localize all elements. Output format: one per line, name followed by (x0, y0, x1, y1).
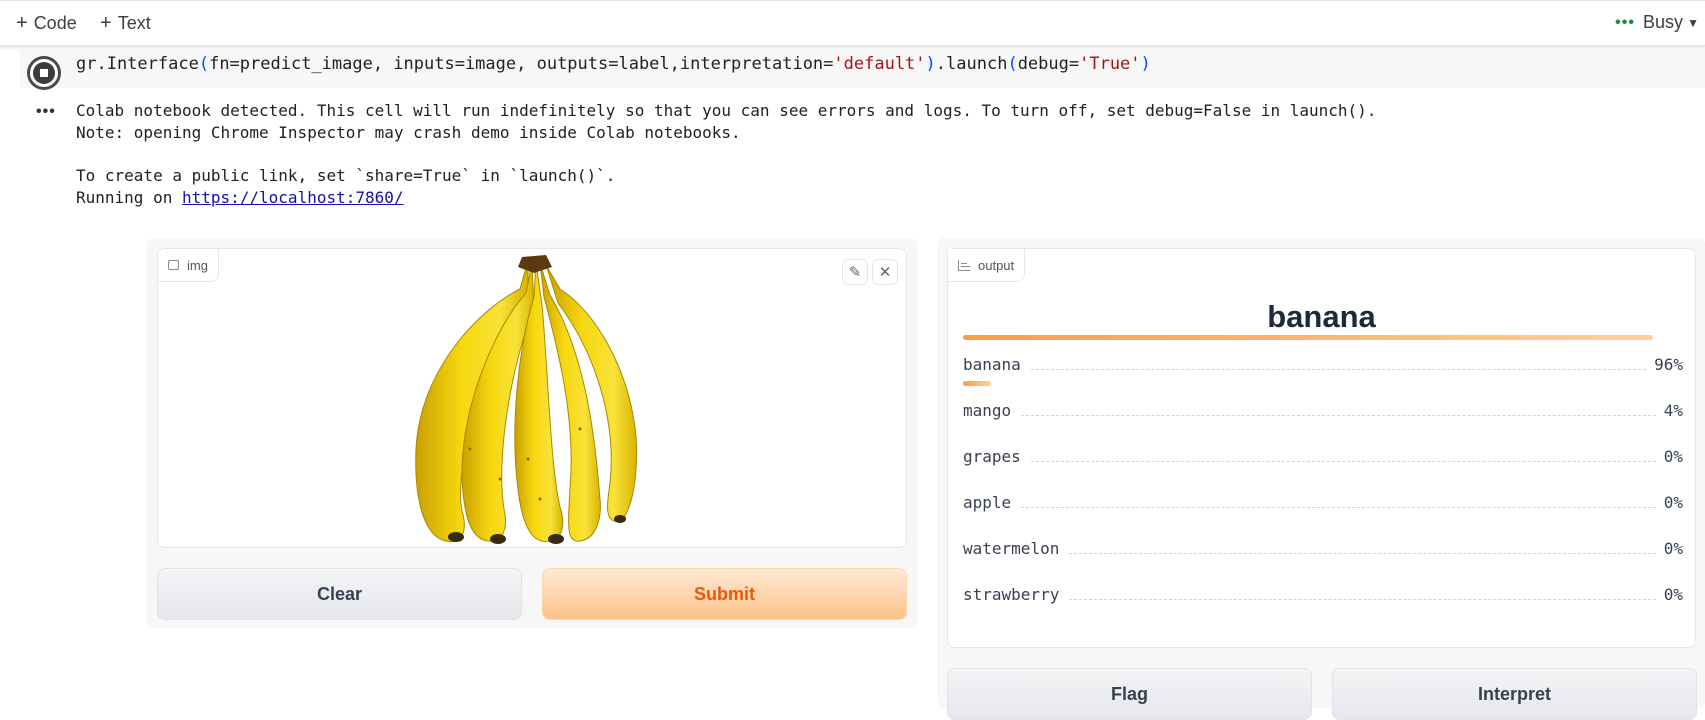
confidence-percent: 96% (1654, 355, 1683, 374)
output-label-tag: output (948, 249, 1026, 282)
pencil-icon: ✎ (848, 264, 862, 281)
add-text-label: Text (117, 13, 151, 33)
dotted-leader (1030, 369, 1647, 370)
localhost-link[interactable]: https://localhost:7860/ (182, 188, 404, 207)
output-line: Note: opening Chrome Inspector may crash… (76, 122, 741, 142)
banana-image (410, 249, 654, 547)
dotted-leader (1030, 461, 1656, 462)
confidence-percent: 0% (1663, 447, 1683, 466)
output-line: Running on (76, 187, 182, 207)
image-input-label-tag: img (158, 249, 219, 282)
dotted-leader (1021, 415, 1656, 416)
confidence-class-name: apple (963, 493, 1012, 512)
notebook-toolbar: + Code + Text ••• Busy ▼ (0, 0, 1705, 46)
output-line: Colab notebook detected. This cell will … (76, 101, 1377, 120)
flag-button[interactable]: Flag (947, 668, 1312, 720)
image-input-label: img (187, 257, 208, 273)
confidence-row[interactable]: strawberry 0% (963, 585, 1683, 604)
cell-output: Colab notebook detected. This cell will … (76, 100, 1376, 209)
add-code-button[interactable]: + Code (16, 12, 77, 35)
code-token: ( (1007, 54, 1018, 74)
chevron-down-icon[interactable]: ▼ (1687, 16, 1699, 30)
runtime-status-label: Busy (1642, 12, 1683, 32)
output-line: To create a public link, set `share=True… (76, 166, 616, 186)
output-menu-icon[interactable]: ••• (36, 103, 56, 121)
dotted-leader (1069, 553, 1656, 554)
edit-image-button[interactable]: ✎ (842, 259, 868, 285)
clear-button[interactable]: Clear (157, 568, 522, 620)
code-token: ) (925, 54, 936, 74)
code-token: ( (198, 54, 210, 74)
confidence-row[interactable]: apple 0% (963, 493, 1683, 512)
stop-icon (33, 62, 55, 84)
confidence-class-name: grapes (963, 447, 1021, 466)
runtime-status[interactable]: ••• Busy ▼ (1615, 12, 1699, 33)
add-text-button[interactable]: + Text (100, 12, 151, 35)
confidence-row[interactable]: watermelon 0% (963, 539, 1683, 558)
interpret-button[interactable]: Interpret (1332, 668, 1697, 720)
code-token: .launch (935, 54, 1008, 74)
confidence-percent: 4% (1663, 401, 1683, 420)
submit-button[interactable]: Submit (542, 568, 907, 620)
confidence-row[interactable]: mango 4% (963, 401, 1683, 420)
image-icon (168, 260, 179, 270)
confidence-bar (963, 335, 1653, 340)
code-editor[interactable]: gr.Interface(fn=predict_image, inputs=im… (76, 54, 1151, 74)
confidence-class-name: strawberry (963, 585, 1060, 604)
dotted-leader (1069, 599, 1656, 600)
confidence-percent: 0% (1663, 493, 1683, 512)
confidence-percent: 0% (1663, 539, 1683, 558)
add-code-label: Code (33, 13, 77, 33)
code-string: 'default' (833, 54, 926, 74)
code-token: debug= (1017, 54, 1080, 74)
confidence-row[interactable]: grapes 0% (963, 447, 1683, 466)
close-icon: ✕ (878, 264, 892, 281)
code-token: gr.Interface (76, 54, 199, 74)
predicted-label: banana (1267, 299, 1376, 334)
confidence-class-name: watermelon (963, 539, 1060, 558)
confidence-class-name: banana (963, 355, 1021, 374)
plus-icon: + (16, 12, 28, 34)
confidence-row[interactable]: banana 96% (963, 355, 1683, 374)
plus-icon: + (100, 12, 112, 34)
image-input[interactable]: img ✎ ✕ (157, 248, 907, 548)
code-string: 'True' (1079, 54, 1141, 74)
confidence-percent: 0% (1663, 585, 1683, 604)
confidence-bar (963, 381, 991, 386)
remove-image-button[interactable]: ✕ (872, 259, 898, 285)
output-label: output (978, 257, 1015, 273)
code-token: ) (1140, 54, 1151, 74)
label-output: output banana banana 96% mango 4% grapes 0% ap… (947, 248, 1696, 648)
dotted-leader (1021, 507, 1656, 508)
code-token: fn=predict_image, inputs=image, outputs=… (209, 54, 834, 74)
stop-cell-button[interactable] (27, 56, 61, 90)
confidence-class-name: mango (963, 401, 1012, 420)
busy-dots-icon: ••• (1615, 13, 1635, 31)
chart-icon (958, 259, 970, 271)
